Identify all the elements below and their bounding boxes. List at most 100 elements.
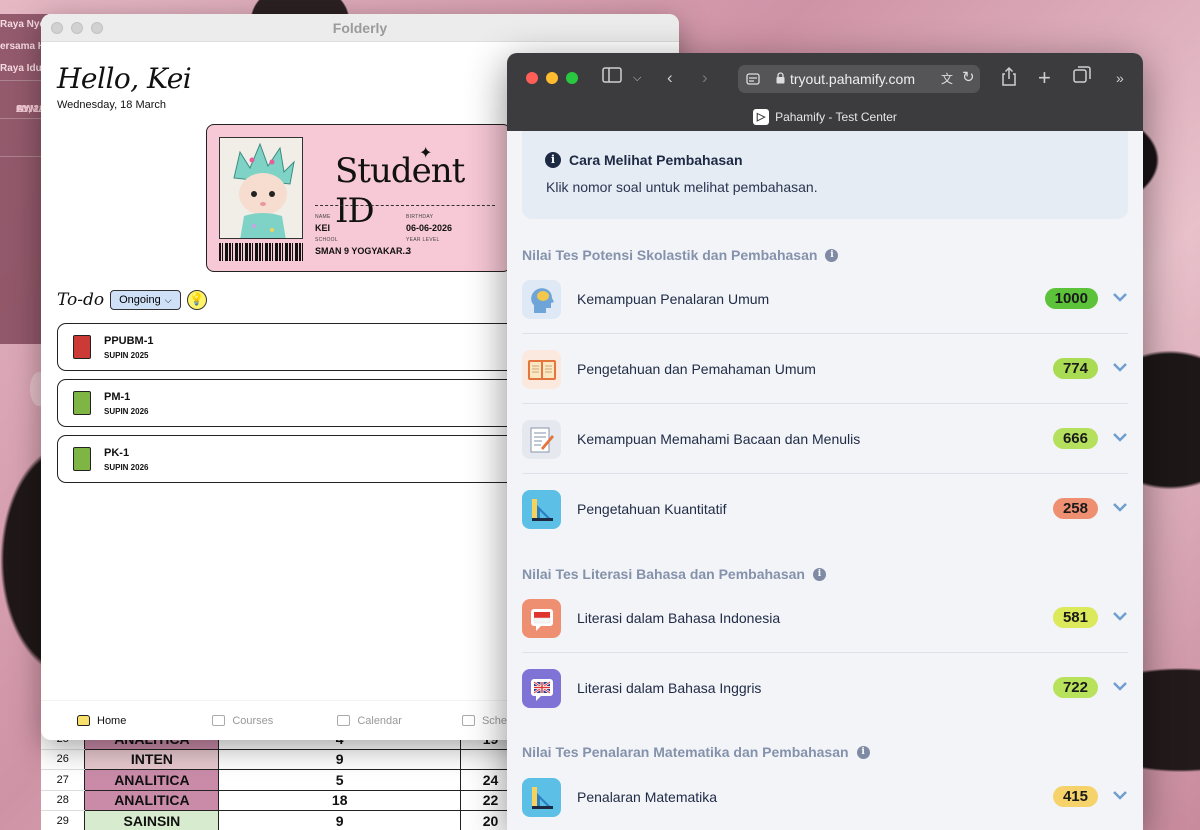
chevron-down-icon[interactable] [1112,678,1128,694]
score-row[interactable]: Literasi dalam Bahasa Inggris 722 [522,653,1128,723]
doll-avatar-icon [220,138,302,238]
chevron-down-icon[interactable] [1112,499,1128,515]
chevron-down-icon[interactable] [1112,359,1128,375]
section-title: Nilai Tes Literasi Bahasa dan Pembahasan [522,566,805,582]
score-row[interactable]: Kemampuan Memahami Bacaan dan Menulis 66… [522,404,1128,474]
todo-filter-value: Ongoing [119,294,161,306]
minimize-button[interactable] [546,72,558,84]
subtest-name: Kemampuan Penalaran Umum [577,291,770,307]
new-tab-icon[interactable]: + [1038,66,1051,90]
open-book-icon [522,350,561,389]
divider [315,205,495,206]
tab-overview-icon[interactable] [1073,66,1091,91]
share-icon[interactable] [1001,66,1017,93]
section-header: Nilai Tes Penalaran Matematika dan Pemba… [522,744,870,760]
score-badge: 774 [1052,358,1098,379]
info-icon[interactable]: i [825,248,839,262]
score-badge: 1000 [1044,288,1098,309]
student-school: SMAN 9 YOGYAKAR... [315,246,411,256]
table-row: 28 ANALITICA 18 22 [41,789,521,811]
chevron-down-icon[interactable] [1112,289,1128,305]
row-number[interactable]: 29 [41,810,85,830]
nav-label: Home [97,714,127,727]
forward-icon[interactable]: › [702,66,708,90]
browser-toolbar: ⌵ ‹ › tryout.pahamify.com 文 ↻ + » ▷ Paha… [507,53,1143,131]
score-row[interactable]: Pengetahuan dan Pemahaman Umum 774 [522,334,1128,404]
subtest-name: Pengetahuan Kuantitatif [577,501,727,517]
chevron-down-icon[interactable] [1112,608,1128,624]
info-title: Cara Melihat Pembahasan [569,152,743,168]
todo-item-title: PM-1 [104,391,131,403]
translate-icon[interactable]: 文 [941,70,953,87]
info-panel: i Cara Melihat Pembahasan Klik nomor soa… [522,131,1128,219]
section-header: Nilai Tes Literasi Bahasa dan Pembahasan… [522,566,826,582]
chevron-down-icon[interactable] [1112,429,1128,445]
nav-label: Courses [232,714,274,727]
score-row[interactable]: Pengetahuan Kuantitatif 258 [522,474,1128,544]
close-button[interactable] [526,72,538,84]
todo-item-subtitle: SUPIN 2025 [104,351,149,360]
brain-head-icon [522,280,561,319]
value-cell[interactable]: 9 [218,810,462,830]
row-number[interactable]: 27 [41,769,85,791]
info-text: Klik nomor soal untuk melihat pembahasan… [546,179,818,195]
chevron-down-icon[interactable]: ⌵ [633,66,641,90]
page-content: i Cara Melihat Pembahasan Klik nomor soa… [507,131,1143,830]
book-green-icon [73,447,91,471]
student-id-card[interactable]: ✦ Student ID NAME KEI BIRTHDAY 06-06-202… [206,124,511,272]
value-cell[interactable]: 5 [218,769,462,791]
table-row: 26 INTEN 9 [41,748,521,770]
row-number[interactable]: 28 [41,790,85,811]
info-icon: i [545,152,561,168]
ruler-triangle-icon [522,490,561,529]
score-badge: 666 [1052,428,1098,449]
reload-icon[interactable]: ↻ [962,68,975,86]
todo-item-subtitle: SUPIN 2026 [104,463,149,472]
back-icon[interactable]: ‹ [667,66,673,90]
book-green-icon [73,391,91,415]
value-cell[interactable]: 18 [218,789,462,811]
nav-calendar[interactable]: Calendar [337,715,402,727]
indonesia-flag-bubble-icon [522,599,561,638]
more-icon[interactable]: » [1116,66,1124,90]
info-icon[interactable]: i [812,567,826,581]
subtest-name: Literasi dalam Bahasa Indonesia [577,610,781,626]
field-label: YEAR LEVEL [406,237,440,243]
category-cell[interactable]: SAINSIN [84,810,220,830]
score-row[interactable]: Literasi dalam Bahasa Indonesia 581 [522,583,1128,653]
address-bar[interactable]: tryout.pahamify.com 文 ↻ [738,65,980,93]
lightbulb-icon[interactable]: 💡 [186,290,207,310]
row-number[interactable]: 26 [41,749,85,770]
sidebar-icon[interactable] [602,66,622,90]
subtest-name: Pengetahuan dan Pemahaman Umum [577,361,816,377]
chevron-down-icon[interactable] [1112,787,1128,803]
info-icon[interactable]: i [856,745,870,759]
subtest-name: Kemampuan Memahami Bacaan dan Menulis [577,431,861,447]
score-row[interactable]: Kemampuan Penalaran Umum 1000 [522,264,1128,334]
ruler-triangle-icon [522,778,561,817]
window-titlebar[interactable]: Folderly [41,14,679,42]
window-title: Folderly [332,20,388,36]
table-row: 27 ANALITICA 5 24 [41,769,521,791]
table-row: 29 SAINSIN 9 20 [41,810,521,830]
field-label: NAME [315,214,331,220]
nav-courses[interactable]: Courses [212,715,273,727]
category-cell[interactable]: ANALITICA [84,789,220,811]
page-settings-icon[interactable] [746,73,760,85]
url-text: tryout.pahamify.com [790,71,916,87]
tab-bar: ▷ Pahamify - Test Center [507,105,1143,131]
category-cell[interactable]: INTEN [84,748,220,770]
score-row[interactable]: Penalaran Matematika 415 [522,762,1128,830]
todo-filter-select[interactable]: Ongoing ⌵ [110,290,181,310]
writing-document-icon [522,420,561,459]
category-cell[interactable]: ANALITICA [84,769,220,791]
nav-label: Calendar [357,714,402,727]
score-badge: 722 [1052,677,1098,698]
value-cell[interactable]: 9 [218,748,462,770]
zoom-button[interactable] [566,72,578,84]
nav-schedule[interactable]: Sched [461,715,513,727]
field-label: BIRTHDAY [406,214,434,220]
active-tab[interactable]: ▷ Pahamify - Test Center [753,109,897,125]
student-year: 3 [406,246,412,256]
nav-home[interactable]: Home [77,715,126,727]
